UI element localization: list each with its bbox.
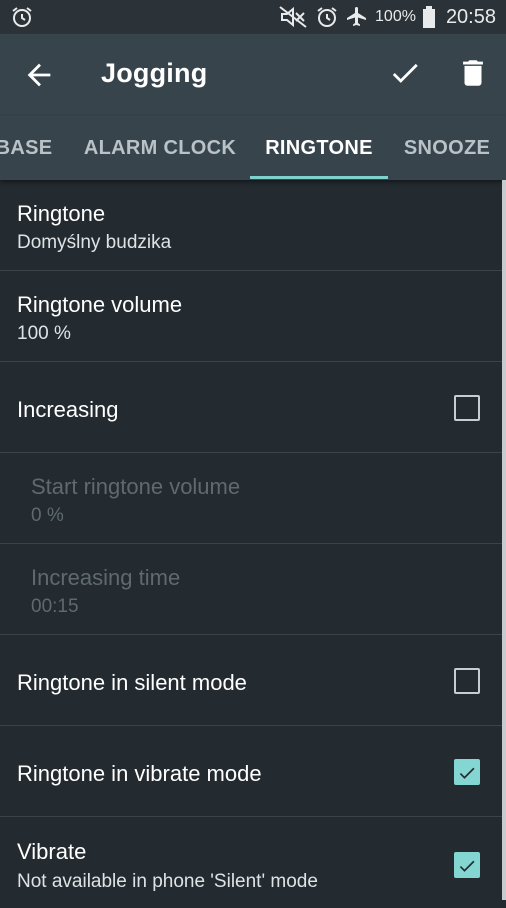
settings-list: Ringtone Domyślny budzika Ringtone volum… <box>0 180 506 900</box>
tab-alarm-clock[interactable]: ALARM CLOCK <box>72 116 248 180</box>
setting-title: Ringtone in silent mode <box>17 670 247 695</box>
setting-vibrate[interactable]: Vibrate Not available in phone 'Silent' … <box>0 817 502 908</box>
battery-percent: 100% <box>375 8 416 25</box>
checkmark-icon <box>388 56 422 90</box>
tab-ringtone[interactable]: RINGTONE <box>250 116 388 180</box>
setting-increasing[interactable]: Increasing <box>0 362 502 453</box>
setting-title: Increasing <box>17 397 119 422</box>
tab-bar: BASE ALARM CLOCK RINGTONE SNOOZE <box>0 116 506 180</box>
setting-summary: Domyślny budzika <box>17 232 172 253</box>
setting-title: Increasing time <box>31 565 181 590</box>
setting-summary: 00:15 <box>31 596 79 617</box>
setting-title: Start ringtone volume <box>31 474 241 499</box>
mute-icon <box>279 5 309 29</box>
setting-ringtone-vibrate-mode[interactable]: Ringtone in vibrate mode <box>0 726 502 817</box>
back-button[interactable] <box>22 58 56 92</box>
tab-snooze[interactable]: SNOOZE <box>396 116 498 180</box>
setting-title: Ringtone <box>17 201 106 226</box>
setting-title: Ringtone volume <box>17 292 183 317</box>
vibrate-checkbox[interactable] <box>454 852 480 878</box>
setting-ringtone[interactable]: Ringtone Domyślny budzika <box>0 180 502 271</box>
page-title: Jogging <box>101 58 208 88</box>
setting-title: Ringtone in vibrate mode <box>17 761 262 786</box>
scrollbar[interactable] <box>502 180 506 900</box>
setting-start-ringtone-volume: Start ringtone volume 0 % <box>0 453 502 544</box>
app-bar: Jogging <box>0 34 506 116</box>
confirm-button[interactable] <box>388 56 422 90</box>
trash-icon <box>456 56 490 90</box>
arrow-left-icon <box>22 58 56 92</box>
setting-ringtone-volume[interactable]: Ringtone volume 100 % <box>0 271 502 362</box>
alarm-clock-icon <box>10 5 34 29</box>
tab-base[interactable]: BASE <box>0 116 54 180</box>
alarm-icon <box>315 5 339 29</box>
status-bar: 100% 20:58 <box>0 0 506 34</box>
setting-increasing-time: Increasing time 00:15 <box>0 544 502 635</box>
setting-summary: 0 % <box>31 505 64 526</box>
setting-title: Vibrate <box>17 839 87 864</box>
setting-summary: Not available in phone 'Silent' mode <box>17 871 318 892</box>
battery-icon <box>422 5 436 29</box>
increasing-checkbox[interactable] <box>454 395 480 421</box>
setting-ringtone-silent-mode[interactable]: Ringtone in silent mode <box>0 635 502 726</box>
setting-summary: 100 % <box>17 323 71 344</box>
silent-mode-checkbox[interactable] <box>454 668 480 694</box>
active-tab-indicator <box>250 176 388 179</box>
airplane-icon <box>345 5 369 29</box>
vibrate-mode-checkbox[interactable] <box>454 759 480 785</box>
delete-button[interactable] <box>456 56 490 90</box>
clock-time: 20:58 <box>445 5 496 28</box>
